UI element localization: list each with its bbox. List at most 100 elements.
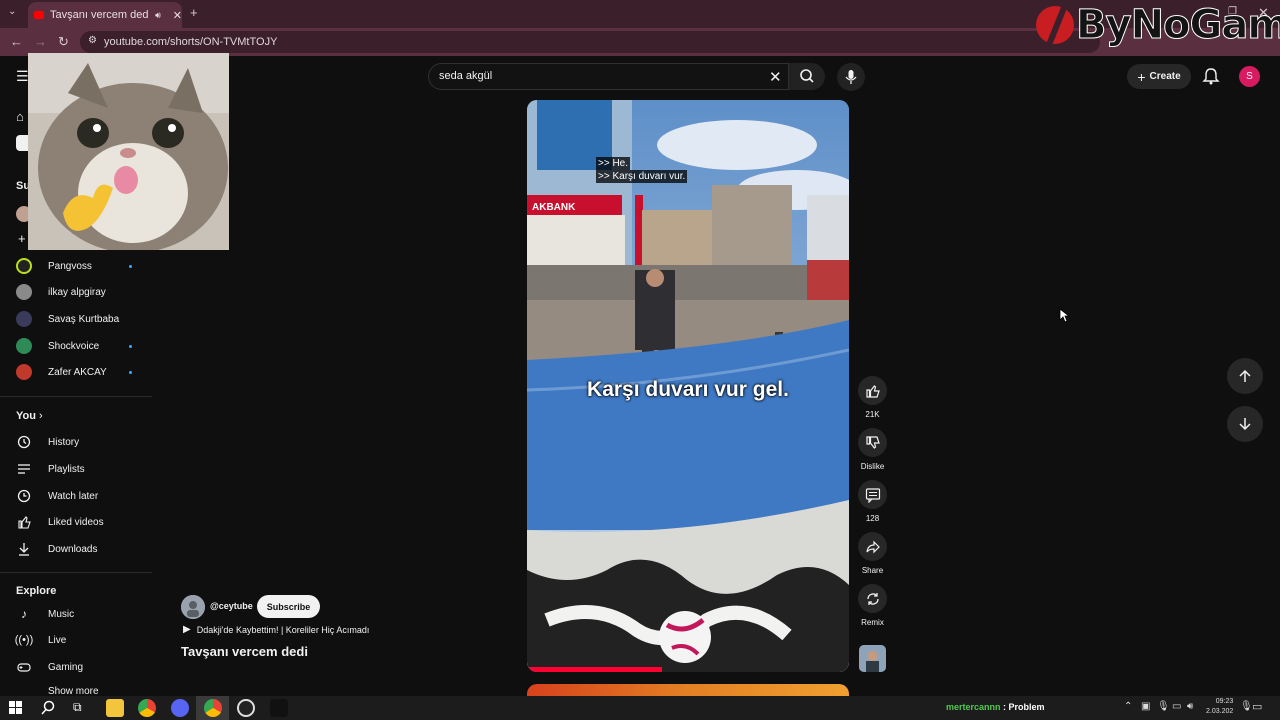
channel-avatar-image xyxy=(181,595,205,619)
channel-name: Savaş Kurtbaba xyxy=(48,313,120,325)
sidebar-item-label: History xyxy=(48,436,80,448)
volume-icon[interactable]: 🔊︎ xyxy=(1187,701,1193,712)
bell-icon xyxy=(1202,68,1220,85)
sidebar-item-music[interactable]: ♪ Music xyxy=(16,604,146,624)
sidebar-item-liked-videos[interactable]: Liked videos xyxy=(16,512,146,532)
sidebar-item-label: Playlists xyxy=(48,463,85,475)
arrow-down-icon xyxy=(1239,418,1251,431)
sidebar-item-watch-later[interactable]: Watch later xyxy=(16,486,146,506)
voice-search-button[interactable] xyxy=(837,63,865,91)
task-view-icon[interactable]: ⧉ xyxy=(73,700,82,715)
network-icon[interactable]: ▭ xyxy=(1172,701,1181,712)
mic-status-icon[interactable]: 🎙︎ xyxy=(1240,701,1253,712)
cat-overlay-image xyxy=(28,53,229,250)
avatar-letter: S xyxy=(1246,71,1253,82)
sidebar-item-live[interactable]: ((•)) Live xyxy=(15,630,146,650)
site-info-icon[interactable]: ⚙ xyxy=(88,35,97,46)
mouse-cursor-icon xyxy=(1059,308,1069,323)
channel-avatar[interactable] xyxy=(181,595,205,619)
close-tab-icon[interactable]: ✕ xyxy=(173,9,182,22)
search-icon[interactable] xyxy=(40,700,56,716)
clock-icon xyxy=(16,488,32,504)
play-icon: ▶ xyxy=(183,624,191,635)
sidebar-item-savas-kurtbaba[interactable]: Savaş Kurtbaba xyxy=(16,309,146,329)
capcut-icon[interactable] xyxy=(270,699,288,717)
sidebar-item-label: Live xyxy=(48,634,67,646)
search-input[interactable]: seda akgül ✕ xyxy=(428,63,789,90)
create-button[interactable]: + Create xyxy=(1127,64,1191,89)
channel-handle[interactable]: @ceytube xyxy=(210,601,253,611)
you-heading[interactable]: You › xyxy=(16,410,43,422)
forward-icon[interactable]: → xyxy=(34,34,47,49)
chrome-active-icon[interactable] xyxy=(204,699,222,717)
channel-name: Pangvoss xyxy=(48,260,92,272)
url-field[interactable]: ⚙ youtube.com/shorts/ON-TVMtTOJY xyxy=(80,31,1100,53)
sidebar-item-pangvoss[interactable]: Pangvoss xyxy=(16,256,146,276)
show-desktop-icon[interactable]: ▭ xyxy=(1252,700,1262,713)
search-button[interactable] xyxy=(789,63,825,90)
file-explorer-icon[interactable] xyxy=(106,699,124,717)
comments-button[interactable] xyxy=(858,480,887,509)
short-title: Tavşanı vercem dedi xyxy=(181,644,308,659)
music-icon: ♪ xyxy=(21,607,27,621)
tab-list-icon[interactable]: ⌄ xyxy=(8,6,16,17)
clock-time: 09:23 xyxy=(1215,698,1234,705)
sidebar-item-history[interactable]: History xyxy=(16,432,146,452)
chrome-icon[interactable] xyxy=(138,699,156,717)
sidebar-item-show-more[interactable]: Show more xyxy=(16,686,146,696)
obs-icon[interactable] xyxy=(237,699,255,717)
new-tab-icon[interactable]: + xyxy=(190,5,198,20)
like-count: 21K xyxy=(865,410,880,419)
dislike-button[interactable] xyxy=(858,428,887,457)
search-value: seda akgül xyxy=(439,70,493,82)
share-button[interactable] xyxy=(858,532,887,561)
clock[interactable]: 09:23 2.03.202 xyxy=(1206,697,1233,717)
microphone-icon[interactable]: 🎙︎ xyxy=(1157,701,1170,712)
new-content-dot xyxy=(129,264,132,268)
comment-count: 128 xyxy=(865,514,880,523)
notifications-button[interactable] xyxy=(1202,67,1220,90)
remix-label: Remix xyxy=(861,618,884,627)
thumb-up-icon xyxy=(16,514,32,530)
discord-icon[interactable] xyxy=(171,699,189,717)
sidebar-item-zafer-akcay[interactable]: Zafer AKCAY xyxy=(16,362,146,382)
sidebar-item-playlists[interactable]: Playlists xyxy=(16,459,146,479)
account-avatar[interactable]: S xyxy=(1239,66,1260,87)
tray-chevron-icon[interactable]: ⌃ xyxy=(1124,701,1132,712)
linked-video[interactable]: ▶ Ddakji'de Kaybettim! | Koreliler Hiç A… xyxy=(183,624,369,635)
sidebar-item-label: Gaming xyxy=(48,661,84,673)
url-text: youtube.com/shorts/ON-TVMtTOJY xyxy=(104,36,278,48)
next-short-button[interactable] xyxy=(1227,406,1263,442)
tray-app-icon[interactable]: ▣ xyxy=(1141,701,1150,712)
reload-icon[interactable]: ↻ xyxy=(58,34,69,50)
audio-source-thumbnail[interactable] xyxy=(859,645,886,672)
new-content-dot xyxy=(129,344,132,348)
previous-short-button[interactable] xyxy=(1227,358,1263,394)
sidebar-item-gaming[interactable]: Gaming xyxy=(16,657,146,677)
next-short-preview[interactable] xyxy=(527,684,849,696)
plus-icon: + xyxy=(1137,68,1146,85)
tab-title: Tavşanı vercem dedi - YouTube xyxy=(50,9,150,21)
new-content-dot xyxy=(129,370,132,374)
clock-date: 2.03.202 xyxy=(1206,708,1234,715)
channel-avatar xyxy=(16,364,32,380)
speaker-icon[interactable]: 🔊︎ xyxy=(155,10,161,21)
like-button[interactable] xyxy=(858,376,887,405)
sidebar-item-label: Liked videos xyxy=(48,516,104,528)
you-label: You xyxy=(16,410,36,422)
back-icon[interactable]: ← xyxy=(10,34,23,49)
share-icon xyxy=(865,540,880,553)
sidebar-item-ilkay-alpgiray[interactable]: ilkay alpgiray xyxy=(16,282,146,302)
sidebar-item-label: Watch later xyxy=(48,490,99,502)
explore-heading: Explore xyxy=(16,585,57,597)
browser-tab[interactable]: Tavşanı vercem dedi - YouTube 🔊︎ ✕ xyxy=(28,2,182,28)
home-icon[interactable]: ⌂ xyxy=(16,109,24,124)
logo-wordmark: ByNoGame xyxy=(1075,2,1280,49)
sidebar-item-shockvoice[interactable]: Shockvoice xyxy=(16,336,146,356)
subscribe-button[interactable]: Subscribe xyxy=(257,595,320,618)
sidebar-item-downloads[interactable]: Downloads xyxy=(16,539,146,559)
clear-search-icon[interactable]: ✕ xyxy=(769,68,782,86)
remix-button[interactable] xyxy=(858,584,887,613)
windows-start-icon[interactable] xyxy=(9,701,22,714)
add-icon[interactable]: + xyxy=(18,231,26,246)
